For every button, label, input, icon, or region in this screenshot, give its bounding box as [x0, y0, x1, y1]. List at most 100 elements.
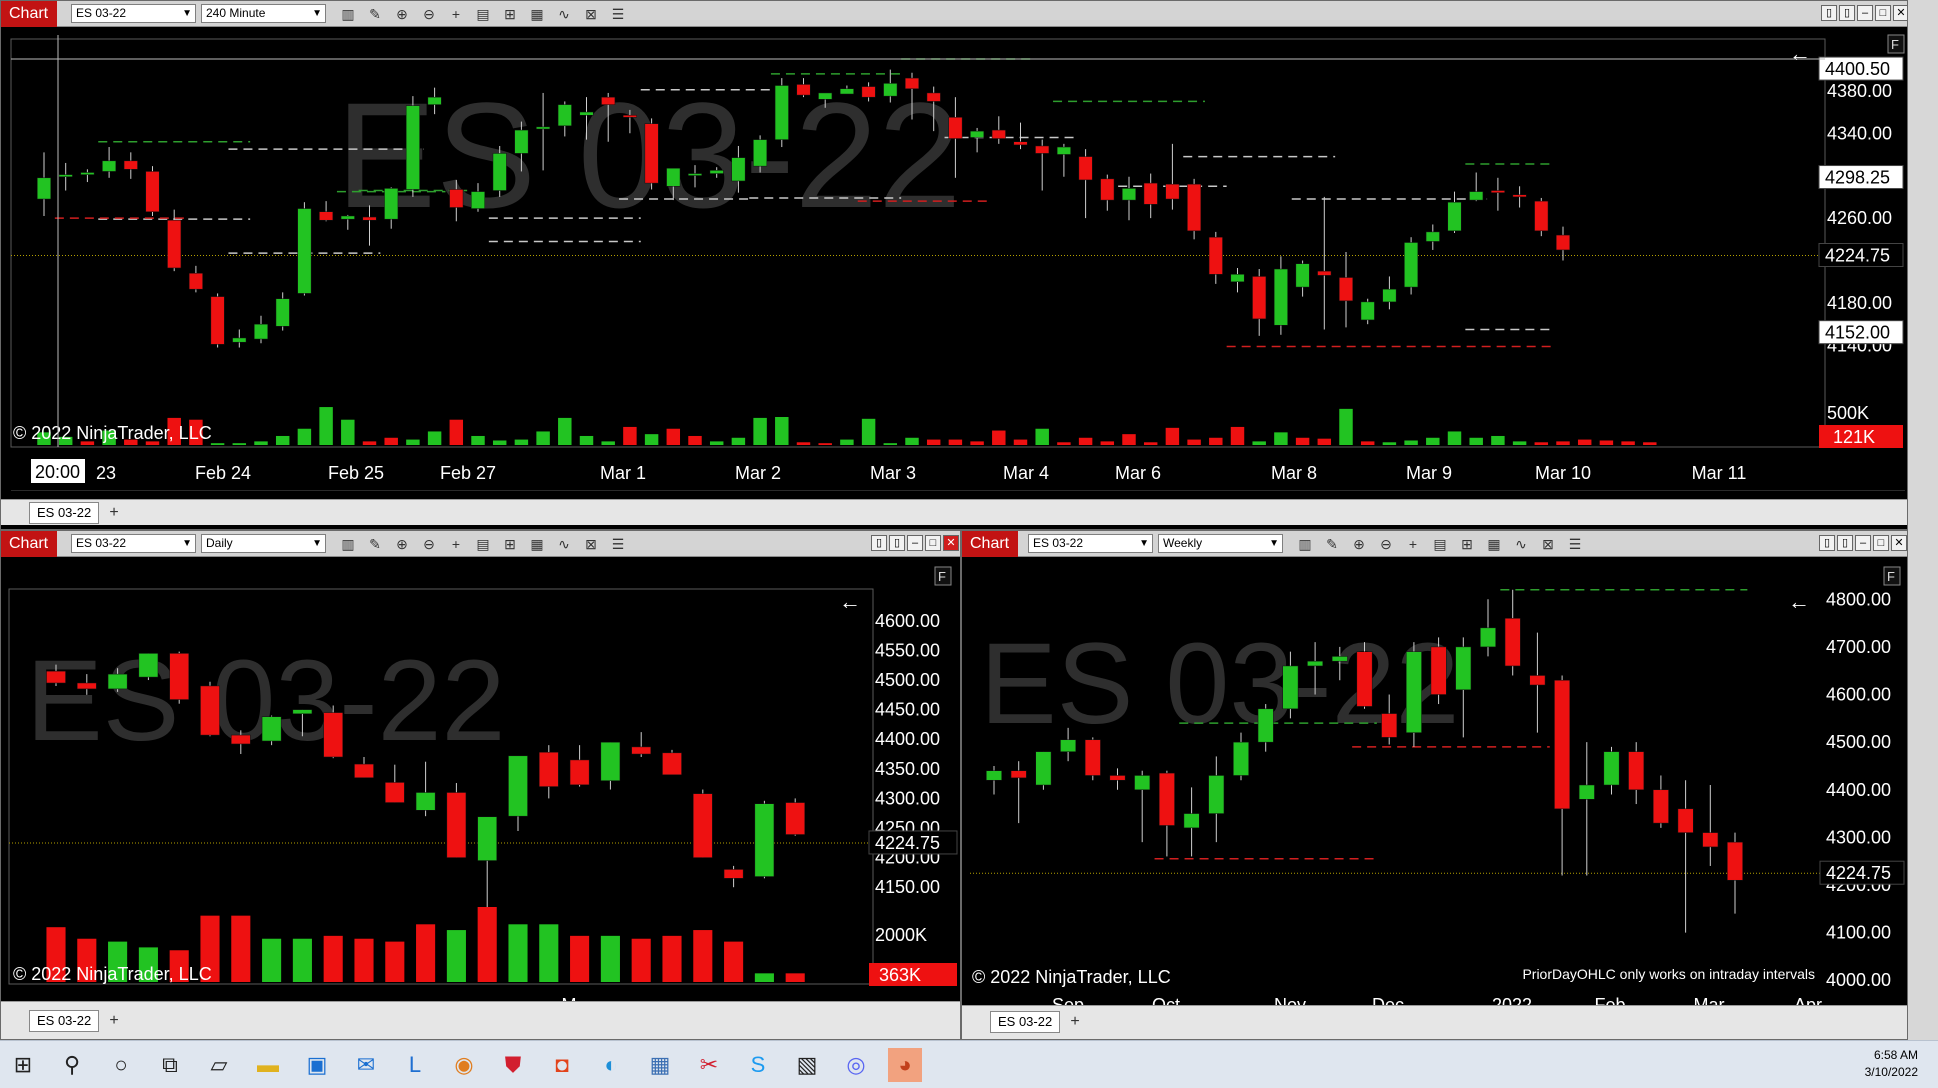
data-box-icon[interactable]: ⊞ — [501, 5, 519, 23]
edge-icon[interactable]: ◐ — [594, 1048, 628, 1082]
add-tab-icon[interactable]: + — [104, 1011, 124, 1031]
strategies-icon[interactable]: ▦ — [528, 535, 546, 553]
list-icon[interactable]: ☰ — [609, 5, 627, 23]
tablet-icon[interactable]: ▱ — [202, 1048, 236, 1082]
indicator-icon[interactable]: ∿ — [555, 535, 573, 553]
chart-window-weekly: Chart ES 03-22 ▼ Weekly ▼ ▥ ✎ ⊕ ⊖ + ▤ ⊞ ▦ … — [961, 530, 1908, 1040]
zoom-out-icon[interactable]: ⊖ — [420, 535, 438, 553]
bars-icon[interactable]: ▥ — [1296, 535, 1314, 553]
chart-weekly[interactable]: ES 03-224800.004700.004600.004500.004400… — [962, 557, 1907, 1021]
chart-240min[interactable]: ES 03-22 4380.004340.004260.004180.004140… — [1, 27, 1907, 491]
properties-icon[interactable]: ▤ — [474, 5, 492, 23]
add-tab-icon[interactable]: + — [1065, 1012, 1085, 1032]
cortana-icon[interactable]: ○ — [104, 1048, 138, 1082]
candle-body — [77, 682, 97, 690]
candle-body — [1208, 236, 1223, 275]
chart-trader-icon[interactable]: ⊠ — [582, 5, 600, 23]
chart-trader-icon[interactable]: ⊠ — [582, 535, 600, 553]
candle-body — [1134, 775, 1151, 791]
copyright-text: © 2022 NinjaTrader, LLC — [972, 967, 1171, 987]
draw-pencil-icon[interactable]: ✎ — [366, 5, 384, 23]
file-explorer-icon[interactable]: ▬ — [251, 1048, 285, 1082]
indicator-icon[interactable]: ∿ — [555, 5, 573, 23]
tab-es-03-22[interactable]: ES 03-22 — [29, 1010, 100, 1032]
mail-icon[interactable]: ✉ — [349, 1048, 383, 1082]
time-axis-label: Feb 24 — [195, 463, 251, 483]
layout-icon[interactable]: ▯ — [889, 535, 905, 551]
snip-icon[interactable]: ✂ — [692, 1048, 726, 1082]
properties-icon[interactable]: ▤ — [474, 535, 492, 553]
zoom-in-icon[interactable]: ⊕ — [393, 5, 411, 23]
tab-es-03-22[interactable]: ES 03-22 — [29, 502, 100, 524]
bars-icon[interactable]: ▥ — [339, 535, 357, 553]
list-icon[interactable]: ☰ — [1566, 535, 1584, 553]
data-box-icon[interactable]: ⊞ — [501, 535, 519, 553]
candle-body — [477, 816, 497, 861]
instrument-selector[interactable]: ES 03-22 ▼ — [1028, 534, 1153, 553]
crosshair-icon[interactable]: + — [1404, 535, 1422, 553]
orange-app-icon[interactable]: ◉ — [447, 1048, 481, 1082]
maximize-button[interactable]: □ — [1875, 5, 1891, 21]
instrument-selector[interactable]: ES 03-22 ▼ — [71, 4, 196, 23]
search-icon[interactable]: ⚲ — [55, 1048, 89, 1082]
list-icon[interactable]: ☰ — [609, 535, 627, 553]
system-clock[interactable]: 6:58 AM 3/10/2022 — [1865, 1047, 1918, 1081]
layout-icon[interactable]: ▯ — [1819, 535, 1835, 551]
minimize-button[interactable]: – — [1857, 5, 1873, 21]
interval-selector[interactable]: Weekly ▼ — [1158, 534, 1283, 553]
chart-toolbar: Chart ES 03-22 ▼ Weekly ▼ ▥ ✎ ⊕ ⊖ + ▤ ⊞ ▦ … — [962, 531, 1907, 557]
layout-icon[interactable]: ▯ — [871, 535, 887, 551]
close-button[interactable]: ✕ — [943, 535, 959, 551]
interval-selector[interactable]: 240 Minute ▼ — [201, 4, 326, 23]
chart-trader-icon[interactable]: ⊠ — [1539, 535, 1557, 553]
volume-bar — [693, 930, 713, 982]
task-view-icon[interactable]: ⧉ — [153, 1048, 187, 1082]
indicator-icon[interactable]: ∿ — [1512, 535, 1530, 553]
office-icon[interactable]: ◘ — [545, 1048, 579, 1082]
photos-icon[interactable]: ▧ — [790, 1048, 824, 1082]
crosshair-icon[interactable]: + — [447, 5, 465, 23]
price-axis-label: 4400.00 — [875, 729, 940, 749]
data-box-icon[interactable]: ⊞ — [1458, 535, 1476, 553]
time-axis-label: Mar 2 — [735, 463, 781, 483]
ninjatrader-icon[interactable]: ◕ — [888, 1048, 922, 1082]
strategies-icon[interactable]: ▦ — [1485, 535, 1503, 553]
tab-es-03-22[interactable]: ES 03-22 — [990, 1011, 1061, 1033]
zoom-out-icon[interactable]: ⊖ — [1377, 535, 1395, 553]
draw-pencil-icon[interactable]: ✎ — [1323, 535, 1341, 553]
properties-icon[interactable]: ▤ — [1431, 535, 1449, 553]
crosshair-icon[interactable]: + — [447, 535, 465, 553]
shield-icon[interactable]: ⛊ — [496, 1048, 530, 1082]
candle-body — [839, 88, 854, 95]
zoom-in-icon[interactable]: ⊕ — [1350, 535, 1368, 553]
flat-marker: F — [938, 569, 946, 584]
store-icon[interactable]: ▣ — [300, 1048, 334, 1082]
maximize-button[interactable]: □ — [925, 535, 941, 551]
interval-selector[interactable]: Daily ▼ — [201, 534, 326, 553]
l-app-icon[interactable]: L — [398, 1048, 432, 1082]
layout-icon[interactable]: ▯ — [1837, 535, 1853, 551]
maximize-button[interactable]: □ — [1873, 535, 1889, 551]
discord-icon[interactable]: ◎ — [839, 1048, 873, 1082]
minimize-button[interactable]: – — [907, 535, 923, 551]
bars-icon[interactable]: ▥ — [339, 5, 357, 23]
strategies-icon[interactable]: ▦ — [528, 5, 546, 23]
chart-daily[interactable]: ES 03-22 4600.00 4550.00 4500.00 4450.00 4400… — [1, 557, 960, 1017]
layout-icon[interactable]: ▯ — [1839, 5, 1855, 21]
candle-body — [1084, 739, 1101, 776]
draw-pencil-icon[interactable]: ✎ — [366, 535, 384, 553]
add-tab-icon[interactable]: + — [104, 503, 124, 523]
candle-body — [662, 752, 682, 775]
skype-icon[interactable]: S — [741, 1048, 775, 1082]
minimize-button[interactable]: – — [1855, 535, 1871, 551]
calculator-icon[interactable]: ▦ — [643, 1048, 677, 1082]
instrument-selector[interactable]: ES 03-22 ▼ — [71, 534, 196, 553]
chevron-down-icon: ▼ — [1139, 538, 1149, 549]
volume-bar — [731, 437, 746, 445]
windows-start-icon[interactable]: ⊞ — [6, 1048, 40, 1082]
zoom-in-icon[interactable]: ⊕ — [393, 535, 411, 553]
close-button[interactable]: ✕ — [1891, 535, 1907, 551]
zoom-out-icon[interactable]: ⊖ — [420, 5, 438, 23]
layout-icon[interactable]: ▯ — [1821, 5, 1837, 21]
close-button[interactable]: ✕ — [1893, 5, 1907, 21]
